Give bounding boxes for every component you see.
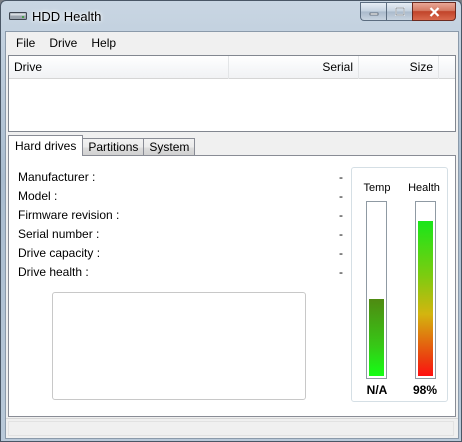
info-health: Drive health : -: [18, 265, 343, 281]
temp-value: N/A: [366, 383, 388, 397]
status-panel: [8, 421, 454, 436]
info-firmware: Firmware revision : -: [18, 208, 343, 224]
hard-drives-panel: Manufacturer : - Model : - Firmware revi…: [8, 155, 456, 417]
menu-drive[interactable]: Drive: [42, 33, 84, 53]
health-value-percent: 98%: [412, 383, 438, 397]
minimize-button[interactable]: [360, 2, 386, 21]
caption-buttons: [360, 2, 456, 21]
menu-file[interactable]: File: [9, 33, 42, 53]
gauge-panel: Temp Health N/A 98%: [351, 167, 448, 402]
window-title: HDD Health: [32, 9, 102, 24]
client-area: File Drive Help Drive Serial Size Hard d…: [5, 31, 459, 439]
status-bar: [6, 418, 458, 438]
close-icon: [429, 6, 439, 17]
maximize-button[interactable]: [386, 2, 412, 21]
model-value: -: [339, 189, 343, 203]
health-gauge-title: Health: [408, 182, 440, 194]
firmware-label: Firmware revision :: [18, 208, 120, 222]
tab-partitions[interactable]: Partitions: [82, 138, 145, 156]
tab-strip: Hard drives Partitions System: [8, 135, 196, 156]
drive-list-header: Drive Serial Size: [9, 56, 455, 79]
column-size[interactable]: Size: [359, 56, 439, 79]
hard-drive-icon: [9, 10, 27, 21]
tab-hard-drives[interactable]: Hard drives: [8, 135, 84, 156]
minimize-icon: [369, 12, 378, 15]
capacity-value: -: [339, 246, 343, 260]
capacity-label: Drive capacity :: [18, 246, 101, 260]
drive-list[interactable]: Drive Serial Size: [8, 55, 456, 132]
column-serial[interactable]: Serial: [229, 56, 359, 79]
close-button[interactable]: [412, 2, 456, 21]
model-label: Model :: [18, 189, 58, 203]
manufacturer-label: Manufacturer :: [18, 170, 96, 184]
manufacturer-value: -: [339, 170, 343, 184]
tab-system[interactable]: System: [143, 138, 196, 156]
temp-gauge-fill: [369, 298, 384, 376]
temp-gauge: [366, 201, 387, 379]
info-serial: Serial number : -: [18, 227, 343, 243]
serial-label: Serial number :: [18, 227, 100, 241]
health-gauge: [415, 201, 436, 379]
health-gauge-fill: [418, 221, 433, 376]
drive-preview-box: [52, 292, 306, 400]
column-drive[interactable]: Drive: [9, 56, 229, 79]
info-manufacturer: Manufacturer : -: [18, 170, 343, 186]
title-bar[interactable]: HDD Health: [1, 1, 461, 31]
app-window: HDD Health File Drive Help Drive Serial …: [0, 0, 462, 442]
firmware-value: -: [339, 208, 343, 222]
info-capacity: Drive capacity : -: [18, 246, 343, 262]
health-value: -: [339, 265, 343, 279]
maximize-icon: [394, 7, 405, 16]
info-model: Model : -: [18, 189, 343, 205]
serial-value: -: [339, 227, 343, 241]
temp-gauge-title: Temp: [363, 182, 391, 194]
menu-bar: File Drive Help: [6, 32, 458, 54]
health-label: Drive health :: [18, 265, 89, 279]
menu-help[interactable]: Help: [84, 33, 123, 53]
